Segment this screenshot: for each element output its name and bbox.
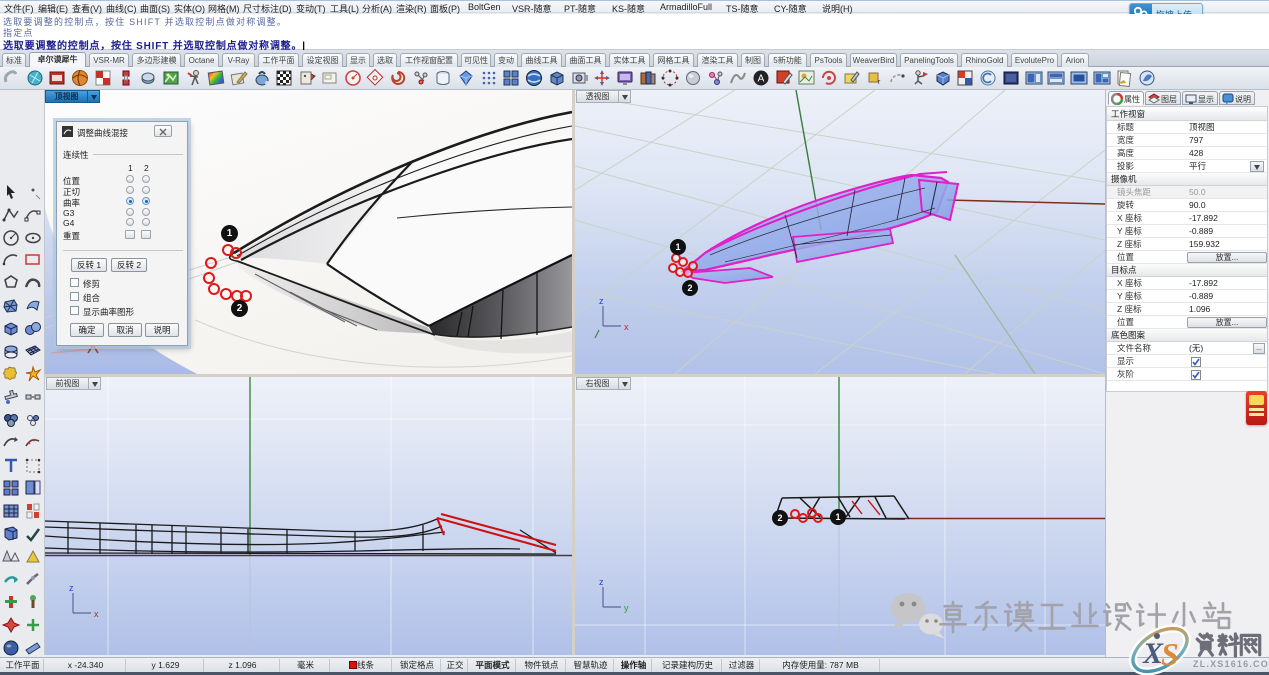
- svg-text:z: z: [599, 296, 604, 306]
- svg-text:y: y: [624, 603, 629, 613]
- svg-text:x: x: [624, 322, 629, 332]
- svg-text:z: z: [599, 577, 604, 587]
- svg-text:z: z: [69, 583, 74, 593]
- svg-text:r: r: [878, 79, 881, 86]
- svg-text:x: x: [94, 609, 99, 619]
- svg-text:A: A: [758, 74, 765, 85]
